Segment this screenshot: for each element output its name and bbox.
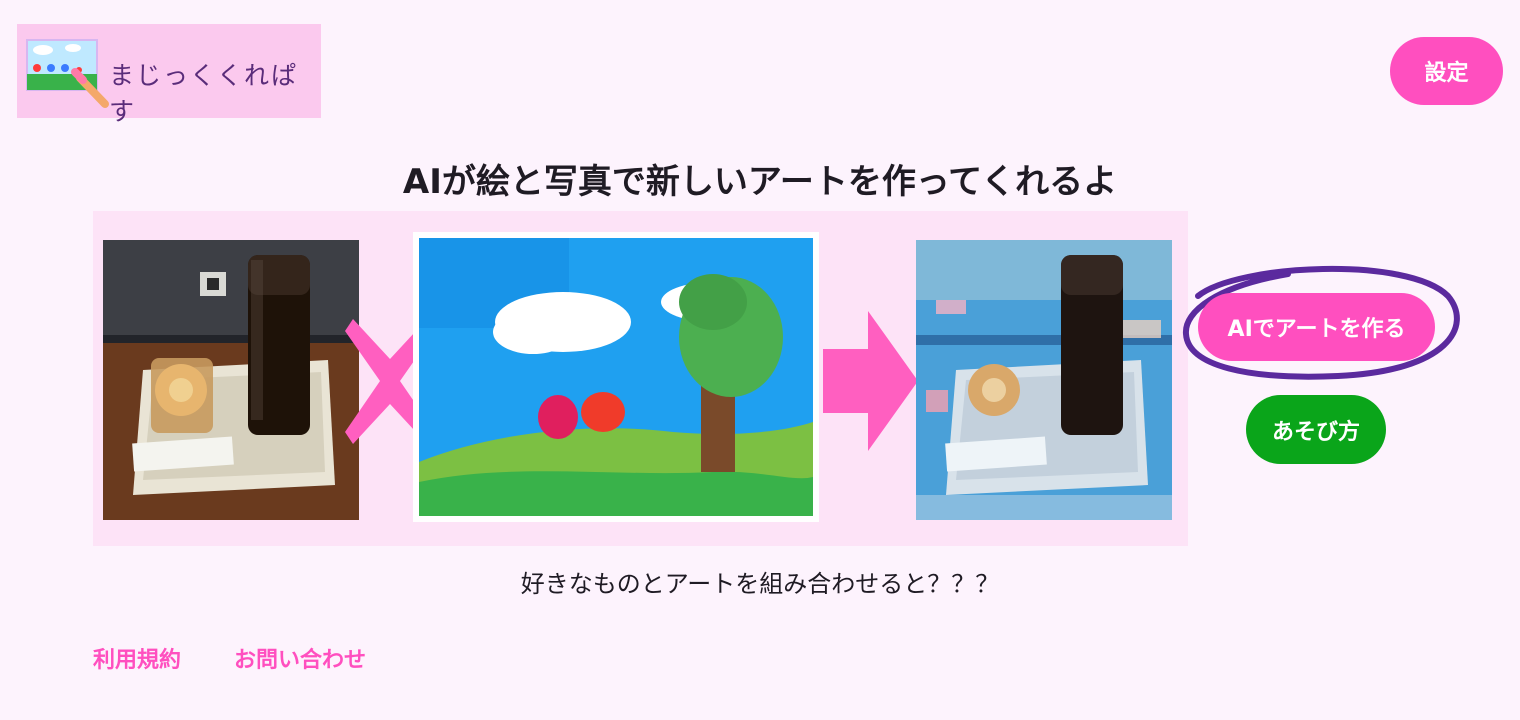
right-arrow-icon xyxy=(823,311,918,451)
terms-link[interactable]: 利用規約 xyxy=(93,642,181,674)
how-to-play-button[interactable]: あそび方 xyxy=(1246,395,1386,464)
example-result xyxy=(916,240,1172,520)
make-art-button[interactable]: AIでアートを作る xyxy=(1198,293,1435,361)
example-panel xyxy=(93,211,1188,546)
page-title: AIが絵と写真で新しいアートを作ってくれるよ xyxy=(402,162,1118,202)
example-drawing xyxy=(413,232,819,522)
settings-button[interactable]: 設定 xyxy=(1390,37,1503,105)
contact-link[interactable]: お問い合わせ xyxy=(234,642,366,674)
example-photo xyxy=(103,240,359,520)
logo-text: まじっくくれぱす xyxy=(109,61,299,126)
app-logo[interactable]: まじっくくれぱす xyxy=(17,24,321,126)
crayon-picture-logo-icon xyxy=(26,39,109,108)
tagline: 好きなものとアートを組み合わせると？？？ xyxy=(520,570,1000,598)
